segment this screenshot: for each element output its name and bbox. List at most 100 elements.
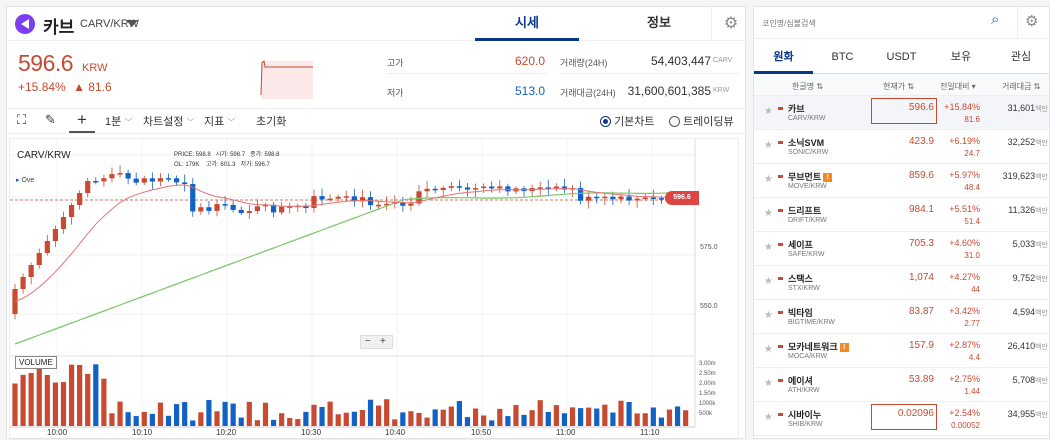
candle-body (198, 207, 204, 212)
chevron-down-icon[interactable] (126, 20, 138, 27)
star-icon[interactable]: ★ (764, 310, 773, 321)
coin-name-text: 시바이누 (788, 410, 822, 420)
zoom-controls: − + (360, 335, 393, 349)
candle-body (174, 178, 180, 183)
fullscreen-icon[interactable]: ⛶ (17, 112, 26, 128)
volume-bar (586, 407, 592, 426)
change-percent: +2.87% (949, 340, 980, 350)
change-absolute: 81.6 (964, 115, 980, 124)
tab-krw[interactable]: 원화 (754, 40, 813, 74)
coin-pair: STX/KRW (788, 285, 820, 292)
volume-bar (149, 413, 155, 426)
volume-bar (626, 401, 632, 426)
high-value: 620.0 (514, 54, 545, 68)
table-row[interactable]: ★ 소닉SVM SONIC/KRW 423.9 +6.19% 24.7 32,252백만 (754, 130, 1049, 164)
col-header-price[interactable]: 현재가 ⇅ (883, 81, 914, 92)
candle-body (497, 186, 503, 189)
volume-bar (174, 404, 180, 426)
volume-bar (52, 382, 58, 426)
table-row[interactable]: ★ 드리프트 DRIFT/KRW 984.1 +5.51% 51.4 11,326백만 (754, 198, 1049, 232)
price-chart[interactable]: CARV/KRW ▸ Ove PRICE: 598.8 시가: 598.7 종가… (9, 138, 739, 440)
indicators-select[interactable]: 지표 ﹀ (204, 113, 235, 129)
trading-view-label: 트레이딩뷰 (683, 116, 734, 128)
star-icon[interactable]: ★ (764, 208, 773, 219)
ohlc-high: 고가: 601.3 (206, 162, 236, 168)
tab-btc[interactable]: BTC (813, 40, 872, 74)
interval-select[interactable]: 1분 ﹀ (105, 113, 132, 129)
search-input[interactable] (762, 15, 982, 31)
crosshair-icon[interactable]: + (69, 109, 95, 133)
star-icon[interactable]: ★ (764, 242, 773, 253)
coin-name-text: 에이셔 (788, 376, 813, 386)
coin-name-text: 카브 (788, 104, 805, 114)
table-row[interactable]: ★ 빅타임 BIGTIME/KRW 83.87 +3.42% 2.77 4,594백만 (754, 300, 1049, 334)
table-row[interactable]: ★ 에이셔 ATH/KRW 53.89 +2.75% 1.44 5,708백만 (754, 368, 1049, 402)
volume-bar (182, 402, 188, 426)
gear-icon[interactable]: ⚙ (719, 12, 743, 36)
trade-amount-value: 11,326 (1008, 205, 1036, 215)
zoom-out-button[interactable]: − (365, 336, 371, 348)
volume-bar (666, 409, 673, 426)
coin-price: 83.87 (908, 306, 934, 317)
coin-pair: DRIFT/KRW (788, 217, 827, 224)
basic-chart-radio[interactable]: 기본차트 (600, 113, 655, 129)
chevron-down-icon: ﹀ (227, 118, 236, 127)
table-row[interactable]: ★ 모카네트워크! MOCA/KRW 157.9 +2.87% 4.4 26,410백만 (754, 334, 1049, 368)
chart-settings-label: 차트설정 (143, 116, 184, 128)
volume-bar (141, 411, 147, 426)
star-icon[interactable]: ★ (764, 276, 773, 287)
trading-view-radio[interactable]: 트레이딩뷰 (669, 113, 734, 129)
volume-bar (367, 399, 374, 426)
basic-chart-label: 기본차트 (614, 116, 655, 128)
pencil-icon[interactable]: ✎ (45, 112, 56, 128)
trend-marker-icon (778, 277, 783, 280)
volume-axis: 3.00m 2.50m 2.00m 1.50m 1000k 500k (699, 359, 716, 419)
zoom-in-button[interactable]: + (380, 336, 386, 348)
chart-settings-select[interactable]: 차트설정 ﹀ (143, 113, 195, 129)
volume-axis-tick: 1.50m (699, 391, 716, 397)
table-row[interactable]: ★ 스택스 STX/KRW 1,074 +4.27% 44 9,752백만 (754, 266, 1049, 300)
volume-bar (214, 411, 220, 426)
volume-bar (578, 408, 584, 426)
star-icon[interactable]: ★ (764, 412, 773, 423)
tab-holdings[interactable]: 보유 (931, 40, 991, 74)
table-row[interactable]: ★ 무브먼트! MOVE/KRW 859.6 +5.97% 48.4 319,623백만 (754, 164, 1049, 198)
volume-bar (279, 413, 285, 426)
tab-usdt[interactable]: USDT (872, 40, 931, 74)
tab-info[interactable]: 정보 (607, 7, 711, 41)
col-header-volume[interactable]: 거래대금 ⇅ (1002, 81, 1040, 92)
gear-icon[interactable]: ⚙ (1025, 12, 1038, 30)
star-icon[interactable]: ★ (764, 344, 773, 355)
coin-name: 에이셔 (788, 374, 813, 387)
trade-amount-unit: 백만 (1035, 242, 1048, 249)
change-percent: +2.75% (949, 374, 980, 384)
price-axis-tick: 575.0 (700, 244, 718, 251)
coin-name-text: 빅타임 (788, 308, 813, 318)
tab-quote[interactable]: 시세 (475, 7, 579, 41)
trend-marker-icon (778, 243, 783, 246)
search-icon[interactable]: ⌕ (991, 11, 999, 28)
col-header-change[interactable]: 전일대비 ▾ (940, 81, 976, 92)
star-icon[interactable]: ★ (764, 140, 773, 151)
tab-favorites[interactable]: 관심 (991, 40, 1049, 74)
candle-body (319, 196, 325, 200)
star-icon[interactable]: ★ (764, 378, 773, 389)
ohlc-low: 저가: 596.7 (240, 162, 270, 168)
star-icon[interactable]: ★ (764, 106, 773, 117)
table-row[interactable]: ★ 카브 CARV/KRW 596.6 +15.84% 81.6 31,601백만 (754, 96, 1049, 130)
time-tick: 11:10 (640, 428, 660, 437)
candlestick-chart[interactable] (10, 139, 738, 439)
coin-name: 빅타임 (788, 306, 813, 319)
candle-body (141, 178, 147, 183)
volume-bar (359, 410, 366, 426)
table-row[interactable]: ★ 시바이누 SHIB/KRW 0.02096 +2.54% 0.00052 34,955백… (754, 402, 1049, 436)
col-header-name[interactable]: 한글명 ⇅ (792, 81, 823, 92)
volume-bar (93, 364, 99, 426)
candle-body (28, 265, 34, 277)
reset-button[interactable]: 초기화 (256, 113, 286, 129)
divider (1017, 7, 1018, 39)
star-icon[interactable]: ★ (764, 174, 773, 185)
warning-icon: ! (839, 343, 849, 352)
table-row[interactable]: ★ 세이프 SAFE/KRW 705.3 +4.60% 31.0 5,033백만 (754, 232, 1049, 266)
change-absolute: 0.00052 (951, 421, 980, 430)
